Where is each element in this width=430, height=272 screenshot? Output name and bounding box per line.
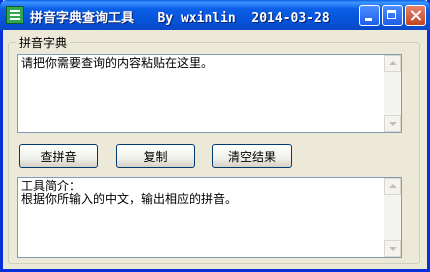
input-text[interactable]: 请把你需要查询的内容粘贴在这里。: [21, 57, 381, 70]
app-icon[interactable]: [6, 6, 24, 24]
scroll-down-icon[interactable]: [384, 240, 401, 257]
copy-button[interactable]: 复制: [116, 144, 195, 168]
clear-results-button[interactable]: 清空结果: [212, 144, 292, 168]
input-textarea[interactable]: 请把你需要查询的内容粘贴在这里。: [17, 54, 402, 133]
title-bar[interactable]: 拼音字典查询工具 By wxinlin 2014-03-28: [0, 0, 430, 30]
query-pinyin-button[interactable]: 查拼音: [19, 144, 98, 168]
scroll-up-icon[interactable]: [384, 55, 401, 72]
window-title: 拼音字典查询工具 By wxinlin 2014-03-28: [30, 11, 330, 26]
scroll-down-icon[interactable]: [384, 115, 401, 132]
output-scrollbar[interactable]: [384, 178, 401, 257]
close-icon[interactable]: [405, 5, 426, 26]
input-scrollbar[interactable]: [384, 55, 401, 132]
group-label: 拼音字典: [16, 34, 71, 51]
output-textarea[interactable]: 工具简介： 根据你所输入的中文，输出相应的拼音。: [17, 177, 402, 258]
maximize-icon[interactable]: [382, 5, 403, 26]
output-text[interactable]: 工具简介： 根据你所输入的中文，输出相应的拼音。: [21, 180, 381, 206]
scroll-up-icon[interactable]: [384, 178, 401, 195]
minimize-icon[interactable]: [359, 5, 380, 26]
